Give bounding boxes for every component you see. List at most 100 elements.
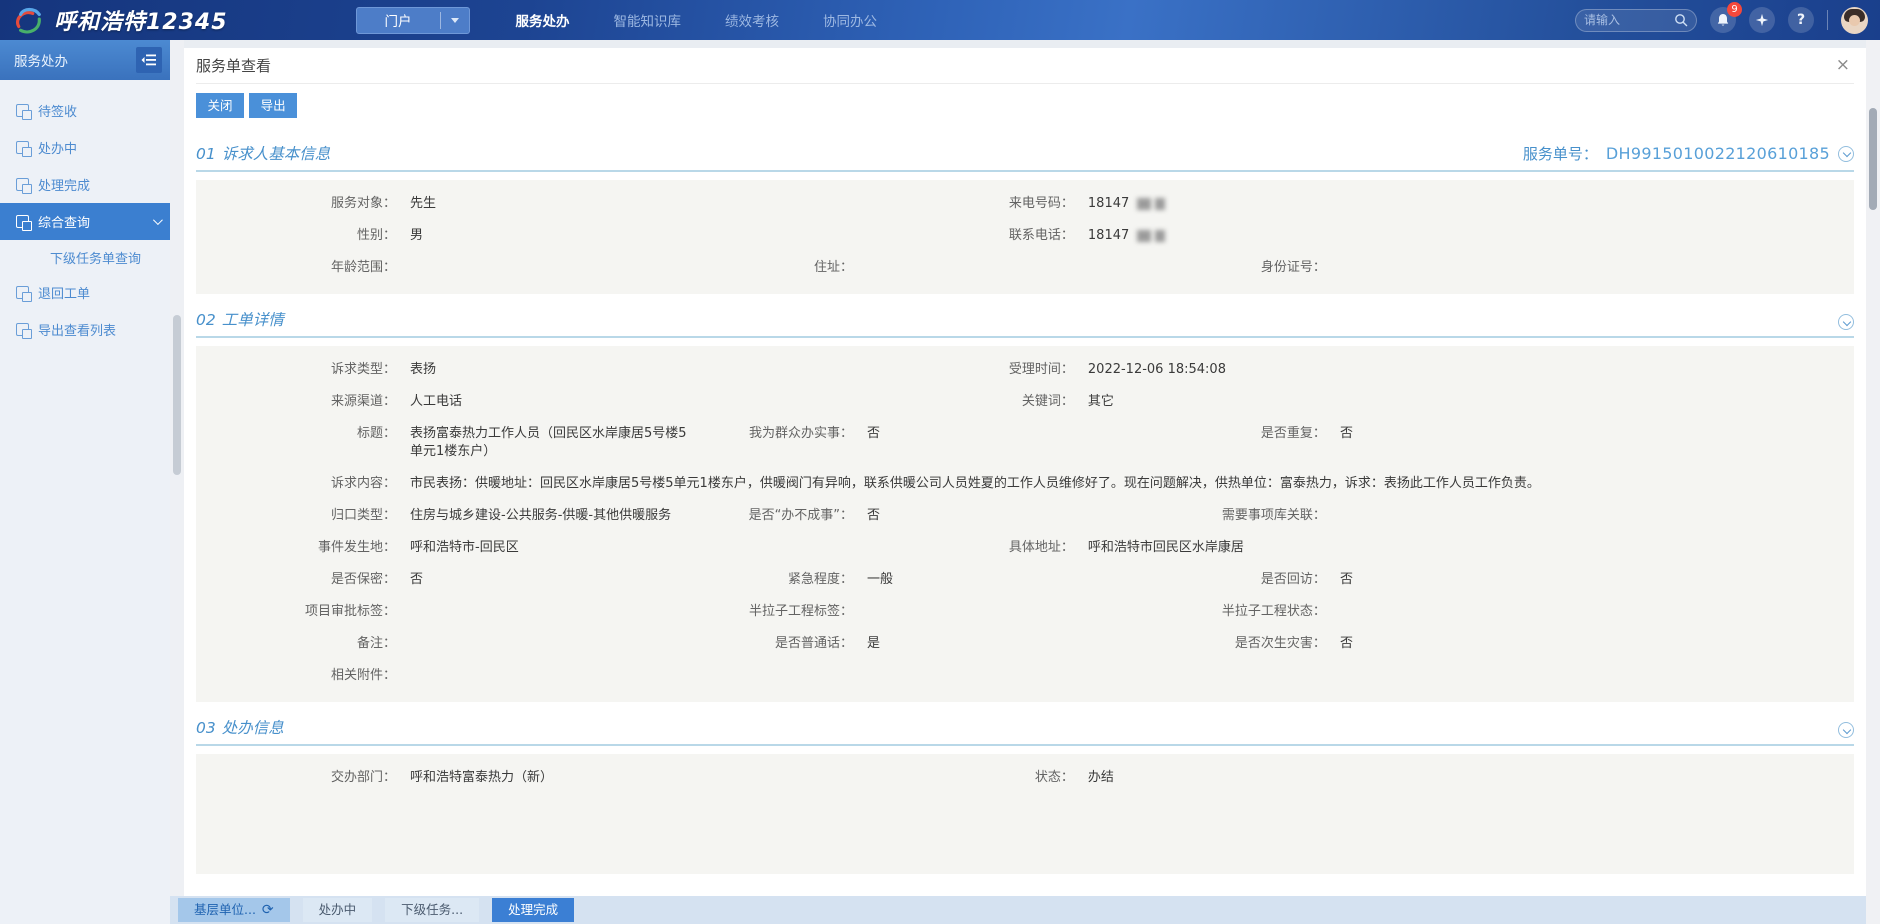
sidebar-item-subordinate-task-query[interactable]: 下级任务单查询 xyxy=(0,240,170,274)
document-copy-icon xyxy=(16,141,29,154)
redacted-digits xyxy=(1137,230,1165,242)
chevron-down-icon xyxy=(153,215,163,225)
compass-button[interactable] xyxy=(1749,7,1775,33)
export-button[interactable]: 导出 xyxy=(249,93,297,118)
tab-subordinate-task[interactable]: 下级任务... xyxy=(385,898,479,922)
right-scrollbar xyxy=(1866,40,1880,924)
order-number-value: DH9915010022120610185 xyxy=(1606,144,1830,163)
field-label: 来源渠道： xyxy=(196,393,396,411)
sidebar-item-label: 处理完成 xyxy=(38,175,90,194)
form-row: 诉求内容：市民表扬：供暖地址：回民区水岸康居5号楼5单元1楼东户，供暖阀门有异响… xyxy=(196,468,1854,500)
close-icon[interactable]: × xyxy=(1832,55,1854,76)
sidebar-menu: 待签收 处办中 处理完成 综合查询 下级任务单查询 退回工单 导出查看列表 xyxy=(0,80,170,348)
form-row: 事件发生地：呼和浩特市-回民区 具体地址：呼和浩特市回民区水岸康居 xyxy=(196,532,1854,564)
sidebar-item-label: 下级任务单查询 xyxy=(50,248,141,267)
field-label: 是否回访： xyxy=(1161,571,1326,589)
field-value: 18147 xyxy=(1074,195,1129,213)
field-value: 18147 xyxy=(1074,227,1129,245)
scrollbar-thumb[interactable] xyxy=(173,315,181,475)
tab-process-completed[interactable]: 处理完成 xyxy=(492,898,574,922)
form-row: 来源渠道：人工电话 关键词：其它 xyxy=(196,386,1854,418)
section-panel: 诉求类型：表扬 受理时间：2022-12-06 18:54:08 来源渠道：人工… xyxy=(196,346,1854,702)
tab-label: 基层单位... xyxy=(194,898,256,922)
logo-icon xyxy=(12,6,46,34)
tab-label: 下级任务... xyxy=(401,898,463,922)
portal-menu-button[interactable]: 门户 xyxy=(356,7,470,34)
field-label: 半拉子工程标签： xyxy=(695,603,853,621)
scrollbar-thumb[interactable] xyxy=(1869,108,1877,210)
field-label: 诉求内容： xyxy=(196,475,396,493)
order-number-label: 服务单号： xyxy=(1523,143,1598,164)
sidebar-item-label: 导出查看列表 xyxy=(38,320,116,339)
tab-in-progress[interactable]: 处办中 xyxy=(303,898,373,922)
nav-item-collaboration[interactable]: 协同办公 xyxy=(823,10,877,30)
field-value: 否 xyxy=(1326,425,1353,443)
search-icon[interactable] xyxy=(1674,13,1688,27)
field-label: 具体地址： xyxy=(914,539,1074,557)
sidebar-collapse-button[interactable] xyxy=(136,47,162,73)
section-label: 处办信息 xyxy=(222,719,284,737)
portal-dropdown-toggle[interactable] xyxy=(441,18,469,23)
help-button[interactable]: ? xyxy=(1788,7,1814,33)
field-label: 半拉子工程状态： xyxy=(1161,603,1326,621)
global-search[interactable] xyxy=(1575,9,1697,32)
sidebar-item-returned-orders[interactable]: 退回工单 xyxy=(0,274,170,311)
nav-item-performance[interactable]: 绩效考核 xyxy=(725,10,779,30)
document-copy-icon xyxy=(16,286,29,299)
field-label: 交办部门： xyxy=(196,769,396,787)
portal-label: 门户 xyxy=(357,10,440,30)
field-label: 备注： xyxy=(196,635,396,653)
field-value: 其它 xyxy=(1074,393,1114,411)
collapse-section-icon[interactable] xyxy=(1838,146,1854,162)
field-label: 归口类型： xyxy=(196,507,396,525)
nav-item-service-handling[interactable]: 服务处办 xyxy=(516,10,570,30)
form-row: 备注： 是否普通话：是 是否次生灾害：否 xyxy=(196,628,1854,660)
sidebar-item-comprehensive-query[interactable]: 综合查询 xyxy=(0,203,170,240)
section-title: 02 工单详情 xyxy=(196,308,284,330)
user-avatar[interactable] xyxy=(1841,7,1868,34)
sidebar-item-export-view-list[interactable]: 导出查看列表 xyxy=(0,311,170,348)
field-value: 住房与城乡建设-公共服务-供暖-其他供暖服务 xyxy=(396,507,671,525)
service-order-view-card: 服务单查看 × 关闭 导出 01诉求人基本信息 服务单号： DH99150100… xyxy=(184,48,1866,924)
section-number: 01 xyxy=(196,145,216,163)
form-row: 年龄范围： 住址： 身份证号： xyxy=(196,252,1854,284)
form-row: 交办部门：呼和浩特富泰热力（新） 状态：办结 xyxy=(196,762,1854,794)
field-value: 否 xyxy=(853,425,880,443)
sidebar: 服务处办 待签收 处办中 处理完成 综合查询 下 xyxy=(0,40,170,924)
document-copy-icon xyxy=(16,178,29,191)
form-row: 性别：男 联系电话：18147 xyxy=(196,220,1854,252)
section-header: 02 工单详情 xyxy=(196,308,1854,338)
field-value: 一般 xyxy=(853,571,893,589)
section-title: 01诉求人基本信息 xyxy=(196,142,330,164)
bell-icon xyxy=(1716,13,1730,28)
section-label: 工单详情 xyxy=(222,311,284,329)
document-copy-icon xyxy=(16,215,29,228)
notifications-button[interactable]: 9 xyxy=(1710,7,1736,33)
search-input[interactable] xyxy=(1584,13,1674,27)
section-panel: 交办部门：呼和浩特富泰热力（新） 状态：办结 xyxy=(196,754,1854,874)
sidebar-item-in-progress[interactable]: 处办中 xyxy=(0,129,170,166)
field-label: 服务对象： xyxy=(196,195,396,213)
field-label: 是否普通话： xyxy=(695,635,853,653)
form-row: 服务对象：先生 来电号码：18147 xyxy=(196,188,1854,220)
section-requester-info: 01诉求人基本信息 服务单号： DH9915010022120610185 服务… xyxy=(196,142,1854,294)
topbar-right-tools: 9 ? xyxy=(1575,7,1868,34)
nav-item-knowledge-base[interactable]: 智能知识库 xyxy=(614,10,682,30)
sidebar-item-label: 处办中 xyxy=(38,138,77,157)
field-label: 是否次生灾害： xyxy=(1161,635,1326,653)
close-button[interactable]: 关闭 xyxy=(196,93,244,118)
sidebar-item-pending-sign[interactable]: 待签收 xyxy=(0,92,170,129)
refresh-icon[interactable]: ⟳ xyxy=(262,903,274,917)
field-label: 是否保密： xyxy=(196,571,396,589)
tab-base-unit[interactable]: 基层单位... ⟳ xyxy=(178,898,290,922)
form-row: 是否保密：否 紧急程度：一般 是否回访：否 xyxy=(196,564,1854,596)
collapse-section-icon[interactable] xyxy=(1838,722,1854,738)
main-area: 服务单查看 × 关闭 导出 01诉求人基本信息 服务单号： DH99150100… xyxy=(170,40,1880,924)
sidebar-item-completed[interactable]: 处理完成 xyxy=(0,166,170,203)
field-value: 2022-12-06 18:54:08 xyxy=(1074,361,1226,379)
section-panel: 服务对象：先生 来电号码：18147 性别：男 联系电话：18147 年龄范围：… xyxy=(196,180,1854,294)
collapse-section-icon[interactable] xyxy=(1838,314,1854,330)
sidebar-header-label: 服务处办 xyxy=(14,50,136,70)
field-label: 年龄范围： xyxy=(196,259,396,277)
section-number: 02 xyxy=(196,311,216,329)
